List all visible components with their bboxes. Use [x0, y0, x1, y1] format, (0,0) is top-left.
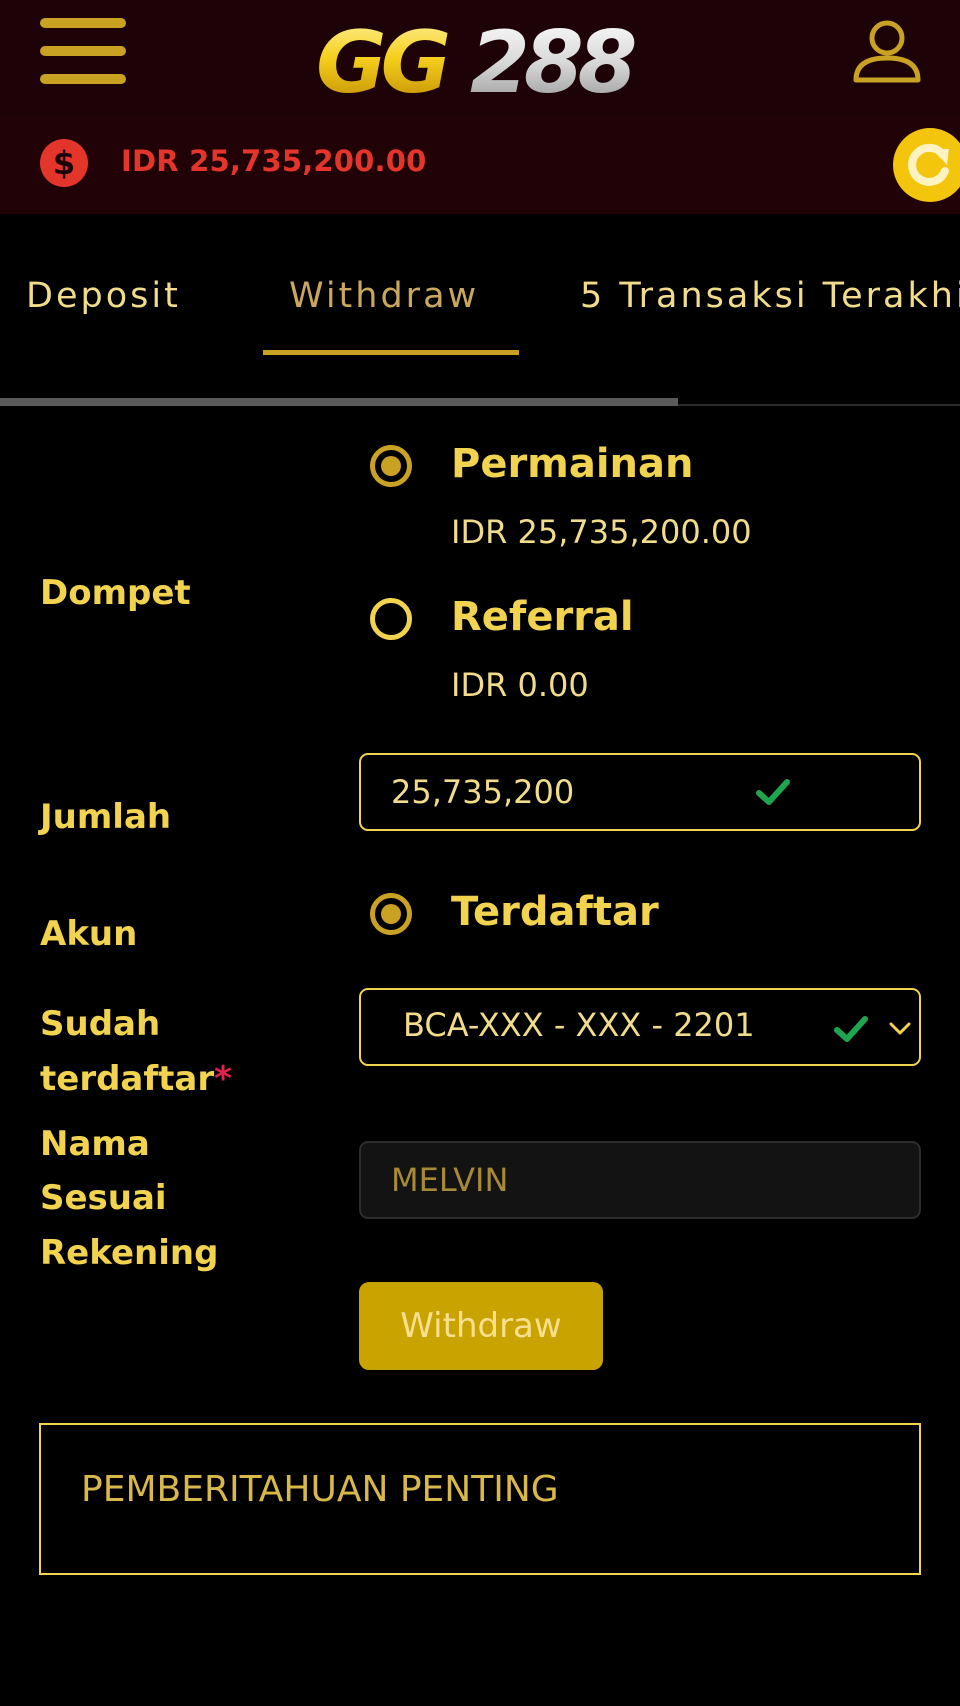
holder-name-label-line3: Rekening: [40, 1233, 219, 1273]
required-asterisk: *: [214, 1059, 232, 1099]
user-profile-icon[interactable]: [852, 18, 922, 88]
brand-logo[interactable]: GG 288: [310, 14, 700, 104]
active-tab-indicator: [263, 350, 519, 355]
transaction-tabs: Deposit Withdraw 5 Transaksi Terakhir: [0, 214, 960, 414]
wallet-option-permainan-amount: IDR 25,735,200.00: [451, 513, 752, 551]
amount-field[interactable]: [359, 753, 921, 831]
refresh-balance-button[interactable]: [893, 128, 960, 202]
hamburger-menu-icon[interactable]: [40, 18, 126, 84]
registered-account-select[interactable]: BCA-XXX - XXX - 2201: [359, 988, 921, 1066]
wallet-option-referral-amount: IDR 0.00: [451, 666, 589, 704]
important-notice-title: PEMBERITAHUAN PENTING: [81, 1469, 559, 1510]
tabs-scrollbar[interactable]: [0, 398, 960, 406]
holder-name-input: [391, 1143, 821, 1217]
registered-account-label-text: terdaftar: [40, 1059, 215, 1099]
brand-logo-gg: GG: [316, 14, 448, 104]
holder-name-label-line2: Sesuai: [40, 1178, 167, 1218]
withdraw-submit-button[interactable]: Withdraw: [359, 1282, 603, 1370]
balance-amount: IDR 25,735,200.00: [121, 144, 427, 178]
registered-account-selected-value: BCA-XXX - XXX - 2201: [403, 1006, 755, 1044]
wallet-option-permainan-title[interactable]: Permainan: [451, 441, 694, 487]
registered-account-label-line1: Sudah: [40, 1004, 161, 1044]
top-header: GG 288: [0, 0, 960, 116]
check-icon: [834, 1016, 868, 1042]
holder-name-field: [359, 1141, 921, 1219]
refresh-icon: [908, 143, 949, 186]
amount-label: Jumlah: [40, 797, 172, 837]
chevron-down-icon: [889, 1022, 911, 1035]
tab-recent-transactions[interactable]: 5 Transaksi Terakhir: [580, 276, 960, 316]
brand-logo-288: 288: [470, 14, 635, 104]
tab-deposit[interactable]: Deposit: [26, 276, 181, 316]
registered-account-label-line2: terdaftar*: [40, 1052, 232, 1106]
wallet-option-referral-title[interactable]: Referral: [451, 594, 634, 640]
wallet-radio-referral[interactable]: [370, 598, 412, 640]
holder-name-label-line1: Nama: [40, 1124, 150, 1164]
wallet-radio-permainan[interactable]: [370, 445, 412, 487]
dollar-icon: $: [40, 139, 88, 187]
tabs-scrollbar-thumb[interactable]: [0, 398, 678, 406]
balance-bar: $ IDR 25,735,200.00: [0, 116, 960, 214]
account-label: Akun: [40, 914, 138, 954]
account-radio-terdaftar[interactable]: [370, 893, 412, 935]
check-icon: [756, 779, 790, 805]
account-option-terdaftar[interactable]: Terdaftar: [451, 889, 659, 935]
tab-withdraw[interactable]: Withdraw: [289, 276, 479, 316]
wallet-label: Dompet: [40, 573, 191, 613]
important-notice-box[interactable]: PEMBERITAHUAN PENTING: [39, 1423, 921, 1575]
